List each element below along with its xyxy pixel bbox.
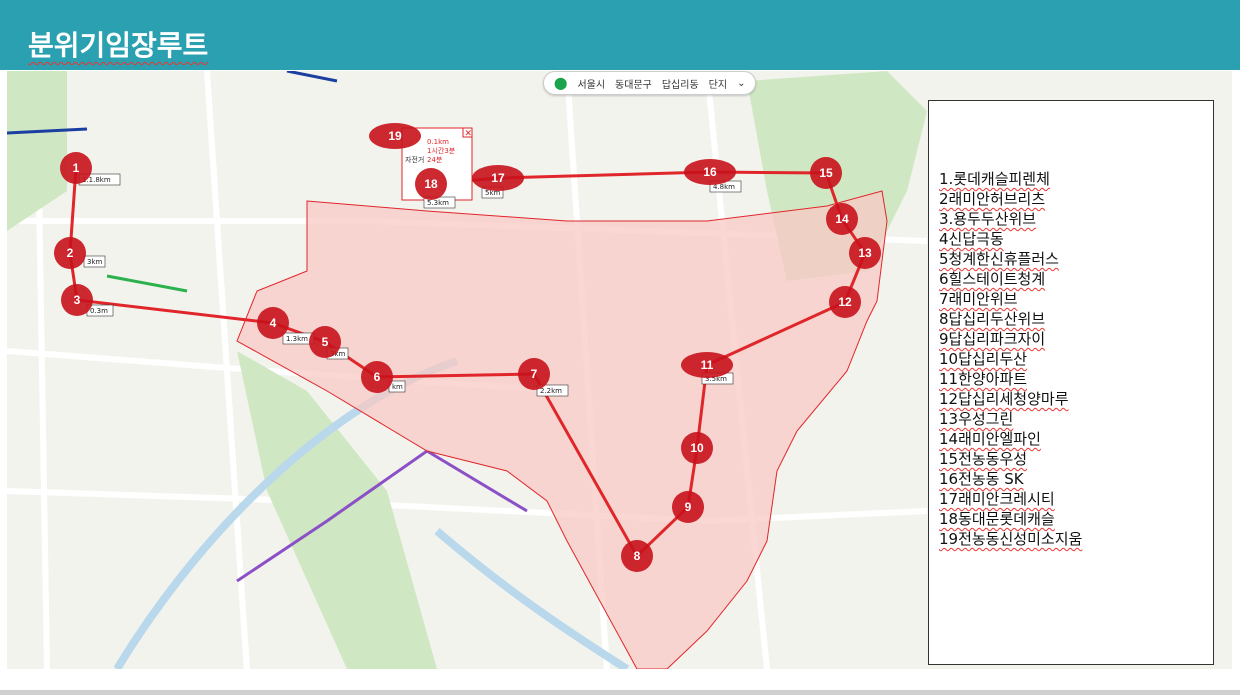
route-marker-number: 13 [858, 246, 872, 260]
legend-item: 5청계한신휴플러스 [939, 250, 1059, 268]
popup-close-icon[interactable]: ✕ [465, 129, 473, 139]
distance-label-text: 3km [87, 258, 103, 266]
route-marker-number: 14 [835, 212, 849, 226]
popup-line3: 24분 [427, 156, 443, 164]
route-marker-number: 6 [374, 370, 381, 384]
legend-item: 18동대문롯데캐슬 [939, 510, 1055, 528]
popup-line4: 자전거 [405, 155, 424, 164]
legend-item: 2래미안허브리츠 [939, 190, 1046, 208]
route-marker-number: 12 [838, 295, 852, 309]
location-city[interactable]: 서울시 [577, 76, 605, 91]
legend-item: 6힐스테이트청계 [939, 270, 1046, 288]
legend-item: 9답십리파크자이 [939, 330, 1046, 348]
route-marker-19[interactable]: 19 [369, 123, 421, 149]
location-dong[interactable]: 답십리동 [662, 76, 699, 91]
route-marker-number: 8 [634, 549, 641, 563]
route-marker-12[interactable]: 12 [829, 286, 861, 318]
legend-item: 11한양아파트 [939, 370, 1028, 388]
legend-item: 17래미안크레시티 [939, 490, 1055, 508]
route-marker-3[interactable]: 3 [61, 284, 93, 316]
distance-label-text: 2.2km [540, 387, 562, 395]
bottom-divider [0, 690, 1240, 695]
route-marker-number: 7 [531, 367, 538, 381]
route-marker-number: 15 [819, 166, 833, 180]
legend-item: 3.용두두산위브 [939, 210, 1037, 228]
legend-item: 13우성그린 [939, 410, 1014, 428]
legend-item: 16전농동 SK [939, 470, 1024, 488]
route-marker-14[interactable]: 14 [826, 203, 858, 235]
route-marker-number: 11 [701, 358, 714, 372]
route-marker-4[interactable]: 4 [257, 307, 289, 339]
route-marker-10[interactable]: 10 [681, 432, 713, 464]
legend-list: 1.롯데캐슬피렌체 2래미안허브리츠 3.용두두산위브 4신답극동 5청계한신휴플러스 6… [939, 169, 1082, 549]
distance-label: 3km [83, 255, 106, 268]
legend-item: 12답십리세청양마루 [939, 390, 1069, 408]
route-marker-2[interactable]: 2 [54, 237, 86, 269]
route-marker-17[interactable]: 17 [472, 165, 524, 191]
route-marker-18[interactable]: 18 [415, 168, 447, 200]
legend-item: 4신답극동 [939, 230, 1004, 248]
route-marker-number: 16 [703, 165, 717, 179]
chevron-down-icon[interactable]: ⌄ [737, 78, 745, 89]
route-marker-number: 10 [690, 441, 704, 455]
legend-item: 1.롯데캐슬피렌체 [939, 170, 1050, 188]
legend-box: 1.롯데캐슬피렌체 2래미안허브리츠 3.용두두산위브 4신답극동 5청계한신휴플러스 6… [928, 100, 1214, 665]
route-marker-number: 5 [322, 335, 329, 349]
distance-label-text: 0.3m [90, 307, 108, 315]
route-marker-number: 1 [73, 161, 80, 175]
route-marker-8[interactable]: 8 [621, 540, 653, 572]
page-title: 분위기임장루트 [28, 29, 209, 62]
route-marker-9[interactable]: 9 [672, 491, 704, 523]
legend-item: 19전농동신성미소지움 [939, 530, 1083, 548]
route-marker-number: 18 [424, 177, 438, 191]
route-marker-11[interactable]: 11 [681, 352, 733, 378]
route-marker-15[interactable]: 15 [810, 157, 842, 189]
route-marker-7[interactable]: 7 [518, 358, 550, 390]
distance-label-text: 5.3km [427, 199, 449, 207]
legend-item: 8답십리두산위브 [939, 310, 1046, 328]
route-marker-number: 3 [74, 293, 81, 307]
legend-item: 10답십리두산 [939, 350, 1028, 368]
route-marker-number: 4 [270, 316, 277, 330]
distance-label-text: km [392, 383, 403, 391]
route-marker-number: 17 [491, 171, 505, 185]
popup-line2: 1시간3분 [427, 146, 456, 155]
legend-item: 14래미안엘파인 [939, 430, 1041, 448]
legend-item: 7래미안위브 [939, 290, 1018, 308]
location-district[interactable]: 동대문구 [615, 76, 652, 91]
route-marker-number: 19 [388, 129, 402, 143]
location-pin-icon: ⬤ [554, 76, 568, 90]
popup-line1: 0.1km [427, 138, 449, 146]
distance-label-text: 1.3km [286, 335, 308, 343]
legend-item: 15전농동우성 [939, 450, 1028, 468]
location-bar[interactable]: ⬤ 서울시 동대문구 답십리동 단지 ⌄ [543, 71, 757, 95]
route-marker-16[interactable]: 16 [684, 159, 736, 185]
route-marker-6[interactable]: 6 [361, 361, 393, 393]
location-mode[interactable]: 단지 [709, 76, 727, 91]
title-bar: 분위기임장루트 [0, 0, 1240, 70]
route-marker-number: 9 [685, 500, 692, 514]
route-marker-1[interactable]: 1 [60, 152, 92, 184]
route-marker-5[interactable]: 5 [309, 326, 341, 358]
route-marker-number: 2 [67, 246, 74, 260]
route-marker-13[interactable]: 13 [849, 237, 881, 269]
